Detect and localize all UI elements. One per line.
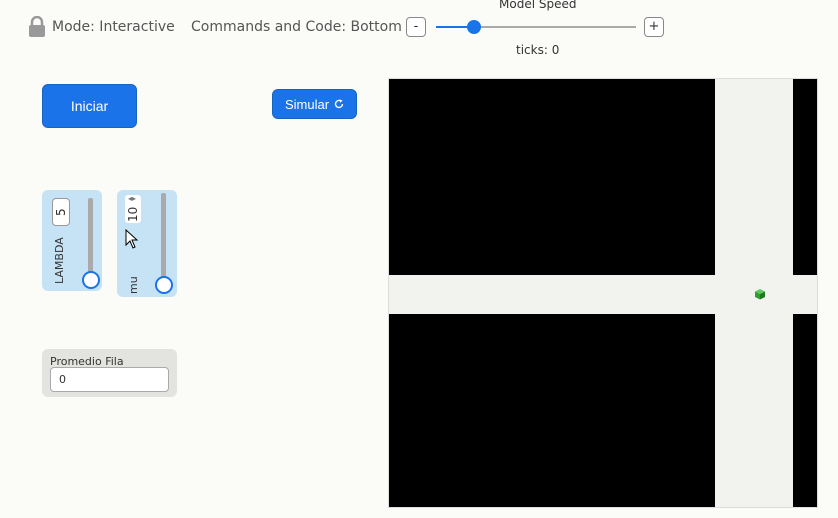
lambda-label: LAMBDA xyxy=(53,237,66,284)
mu-slider-thumb[interactable] xyxy=(155,276,173,294)
mu-stepper-arrows-icon[interactable]: ◂▸ xyxy=(128,195,136,203)
ticks-counter: ticks: 0 xyxy=(516,43,560,57)
simulate-button[interactable]: Simular xyxy=(272,89,357,119)
mode-label: Mode: Interactive xyxy=(52,19,175,35)
simulate-button-label: Simular xyxy=(284,96,330,112)
speed-increase-button[interactable]: + xyxy=(644,17,664,37)
commands-code-label[interactable]: Commands and Code: Bottom xyxy=(191,19,402,35)
monitor-value: 0 xyxy=(50,367,169,392)
model-speed-title: Model Speed xyxy=(499,0,577,11)
world-block-bottom-right xyxy=(793,314,817,507)
speed-slider-thumb[interactable] xyxy=(467,20,481,34)
world-view[interactable] xyxy=(388,78,818,508)
start-button-label: Iniciar xyxy=(70,98,109,114)
turtle-cube-icon xyxy=(755,289,765,300)
world-block-bottom-left xyxy=(389,314,715,507)
world-block-top-right xyxy=(793,79,817,275)
mu-value: 10 xyxy=(126,206,140,222)
refresh-icon xyxy=(334,99,344,109)
lambda-slider-thumb[interactable] xyxy=(82,271,100,289)
mouse-cursor-icon xyxy=(125,229,139,249)
speed-decrease-button[interactable]: - xyxy=(406,17,426,37)
start-button[interactable]: Iniciar xyxy=(42,84,137,128)
mu-label: mu xyxy=(127,276,140,294)
lock-icon[interactable] xyxy=(28,16,46,38)
lambda-slider-track[interactable] xyxy=(88,198,93,276)
world-block-top-left xyxy=(389,79,715,275)
lambda-value: 5 xyxy=(54,208,68,216)
mu-slider-track[interactable] xyxy=(161,193,166,281)
